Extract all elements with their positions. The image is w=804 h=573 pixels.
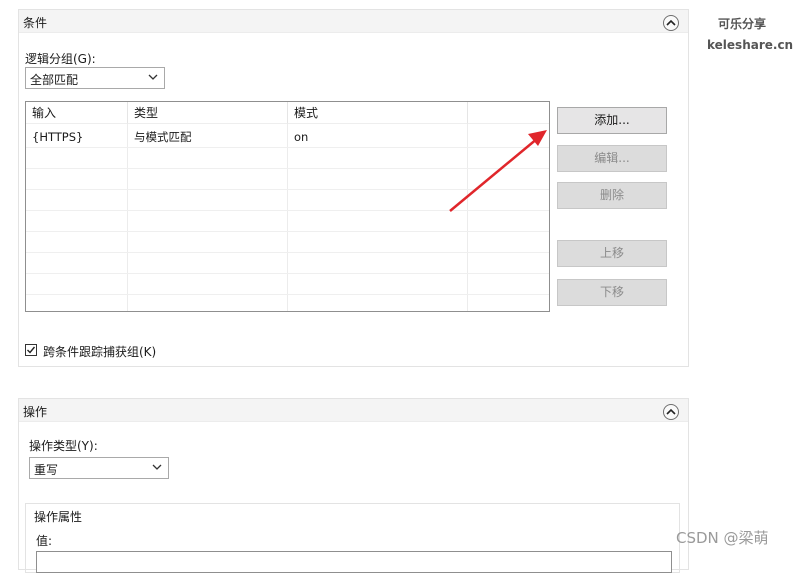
logical-grouping-value: 全部匹配 bbox=[30, 73, 79, 87]
edit-condition-button[interactable]: 编辑... bbox=[557, 145, 667, 172]
chevron-down-icon bbox=[152, 464, 162, 470]
track-captures-checkbox[interactable] bbox=[25, 344, 37, 356]
track-captures-label: 跨条件跟踪捕获组(K) bbox=[43, 345, 157, 359]
grid-row-line bbox=[26, 189, 549, 190]
grid-col-line bbox=[287, 124, 288, 311]
chevron-down-icon bbox=[148, 74, 158, 80]
action-properties-title: 操作属性 bbox=[34, 510, 83, 524]
watermark-csdn: CSDN @梁萌 bbox=[676, 529, 769, 547]
action-properties-group: 操作属性 值: bbox=[25, 503, 680, 573]
action-type-value: 重写 bbox=[34, 463, 59, 477]
table-cell-input: {HTTPS} bbox=[32, 130, 84, 144]
grid-row-line bbox=[26, 147, 549, 148]
watermark-brand: 可乐分享 bbox=[718, 17, 767, 31]
table-cell-pattern: on bbox=[294, 130, 309, 144]
action-type-label: 操作类型(Y): bbox=[29, 439, 98, 453]
grid-col-line bbox=[127, 124, 128, 311]
delete-condition-button[interactable]: 删除 bbox=[557, 182, 667, 209]
move-down-button[interactable]: 下移 bbox=[557, 279, 667, 306]
add-condition-button[interactable]: 添加... bbox=[557, 107, 667, 134]
collapse-up-icon[interactable] bbox=[663, 15, 679, 31]
action-type-select[interactable]: 重写 bbox=[29, 457, 169, 479]
watermark-domain: keleshare.cn bbox=[707, 38, 794, 52]
conditions-panel: 条件 逻辑分组(G): 全部匹配 输入 类型 模式 {HTTPS} 与模式匹配 … bbox=[18, 9, 689, 367]
grid-col-line bbox=[467, 124, 468, 311]
table-cell-type: 与模式匹配 bbox=[134, 130, 192, 144]
logical-grouping-label: 逻辑分组(G): bbox=[25, 52, 96, 66]
grid-row-line bbox=[26, 168, 549, 169]
column-header-pattern[interactable]: 模式 bbox=[288, 102, 468, 124]
column-header-input[interactable]: 输入 bbox=[26, 102, 128, 124]
move-up-button[interactable]: 上移 bbox=[557, 240, 667, 267]
grid-row-line bbox=[26, 294, 549, 295]
value-label: 值: bbox=[36, 534, 53, 548]
grid-row-line bbox=[26, 231, 549, 232]
grid-row-line bbox=[26, 210, 549, 211]
conditions-table[interactable]: 输入 类型 模式 {HTTPS} 与模式匹配 on bbox=[25, 101, 550, 312]
collapse-up-icon[interactable] bbox=[663, 404, 679, 420]
action-panel: 操作 操作类型(Y): 重写 操作属性 值: bbox=[18, 398, 689, 573]
action-title: 操作 bbox=[23, 405, 48, 419]
column-header-type[interactable]: 类型 bbox=[128, 102, 288, 124]
grid-row-line bbox=[26, 273, 549, 274]
value-input[interactable] bbox=[36, 551, 672, 573]
logical-grouping-select[interactable]: 全部匹配 bbox=[25, 67, 165, 89]
column-header-filler bbox=[468, 102, 549, 124]
conditions-title: 条件 bbox=[23, 16, 48, 30]
conditions-header: 条件 bbox=[19, 10, 688, 33]
action-header: 操作 bbox=[19, 399, 688, 422]
checkmark-icon bbox=[27, 346, 36, 354]
grid-row-line bbox=[26, 252, 549, 253]
